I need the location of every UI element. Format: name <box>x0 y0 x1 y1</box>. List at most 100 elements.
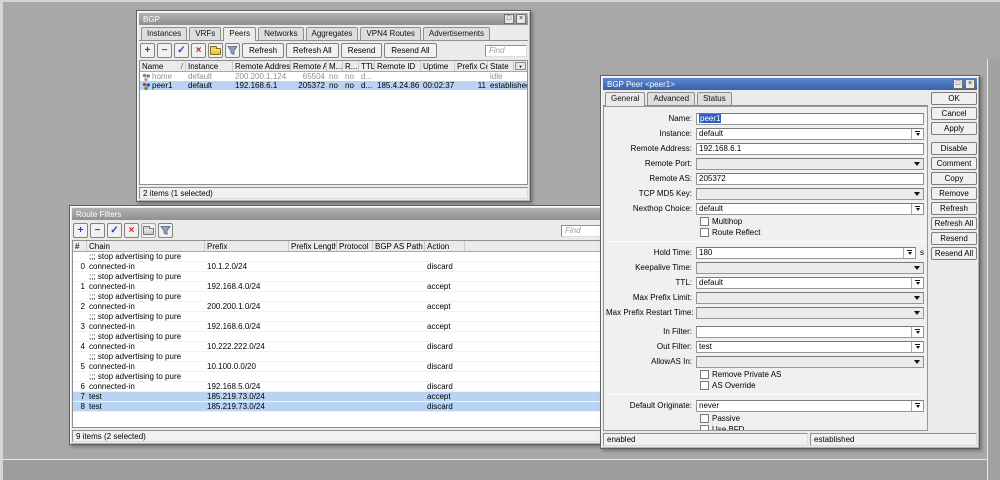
default-originate-combo[interactable]: never <box>696 400 924 412</box>
passive-checkbox[interactable] <box>700 414 709 423</box>
dropdown-arrow-icon[interactable] <box>911 189 923 199</box>
multihop-checkbox[interactable] <box>700 217 709 226</box>
resend-button[interactable]: Resend <box>341 43 383 58</box>
remove-private-as-checkbox[interactable] <box>700 370 709 379</box>
dropdown-arrow-icon[interactable] <box>911 401 923 411</box>
dropdown-arrow-icon[interactable] <box>911 308 923 318</box>
filter-rule-row[interactable]: 3 connected-in 192.168.6.0/24 accept <box>73 322 603 332</box>
column-header-instance[interactable]: Instance <box>186 61 233 71</box>
column-header-chain[interactable]: Chain <box>87 241 205 251</box>
refresh-button[interactable]: Refresh <box>931 202 977 215</box>
tab-peers[interactable]: Peers <box>223 27 256 41</box>
comment-button[interactable]: Comment <box>931 157 977 170</box>
keepalive-time-combo[interactable] <box>696 262 924 274</box>
dropdown-arrow-icon[interactable] <box>911 129 923 139</box>
max-prefix-restart-time-combo[interactable] <box>696 307 924 319</box>
instance-combo[interactable]: default <box>696 128 924 140</box>
add-button[interactable]: + <box>140 43 155 58</box>
resend-button[interactable]: Resend <box>931 232 977 245</box>
remove-button[interactable]: − <box>157 43 172 58</box>
name-field[interactable]: peer1 <box>696 113 924 125</box>
refresh-all-button[interactable]: Refresh All <box>286 43 339 58</box>
filter-button[interactable] <box>158 223 173 238</box>
enable-button[interactable]: ✓ <box>174 43 189 58</box>
enable-button[interactable]: ✓ <box>107 223 122 238</box>
dropdown-arrow-icon[interactable] <box>911 278 923 288</box>
tab-instances[interactable]: Instances <box>141 27 187 40</box>
bgp-peer-row[interactable]: home default 200.200.1.124 65504 no no d… <box>140 72 527 81</box>
use-bfd-checkbox[interactable] <box>700 425 709 431</box>
column-header-action[interactable]: Action <box>425 241 465 251</box>
dropdown-arrow-icon[interactable] <box>911 293 923 303</box>
column-menu-button[interactable]: ▼ <box>515 62 526 70</box>
remote-as-field[interactable]: 205372 <box>696 173 924 185</box>
tab-vpn4-routes[interactable]: VPN4 Routes <box>360 27 420 40</box>
column-header-remote-address[interactable]: Remote Address <box>233 61 291 71</box>
column-header-prefix[interactable]: Prefix <box>205 241 289 251</box>
filter-comment-row[interactable]: ;;; stop advertising to pure <box>73 252 603 262</box>
apply-button[interactable]: Apply <box>931 122 977 135</box>
comment-button[interactable] <box>208 43 223 58</box>
route-filters-titlebar[interactable]: Route Filters <box>72 208 604 220</box>
tab-aggregates[interactable]: Aggregates <box>306 27 359 40</box>
filter-rule-row[interactable]: 5 connected-in 10.100.0.0/20 discard <box>73 362 603 372</box>
ok-button[interactable]: OK <box>931 92 977 105</box>
resend-all-button[interactable]: Resend All <box>384 43 436 58</box>
column-header-protocol[interactable]: Protocol <box>337 241 373 251</box>
tab-networks[interactable]: Networks <box>258 27 303 40</box>
filter-comment-row[interactable]: ;;; stop advertising to pure <box>73 292 603 302</box>
close-icon[interactable]: × <box>516 14 526 24</box>
tab-advertisements[interactable]: Advertisements <box>423 27 490 40</box>
column-header-remote-id[interactable]: Remote ID <box>375 61 421 71</box>
comment-button[interactable] <box>141 223 156 238</box>
tab-general[interactable]: General <box>605 92 645 106</box>
filter-comment-row[interactable]: ;;; stop advertising to pure <box>73 352 603 362</box>
find-input[interactable] <box>485 45 527 57</box>
dropdown-arrow-icon[interactable] <box>911 327 923 337</box>
dropdown-arrow-icon[interactable] <box>911 204 923 214</box>
resend-all-button[interactable]: Resend All <box>931 247 977 260</box>
tab-vrfs[interactable]: VRFs <box>189 27 221 40</box>
dropdown-arrow-icon[interactable] <box>911 159 923 169</box>
column-header-bgp-as-path[interactable]: BGP AS Path <box>373 241 425 251</box>
filter-rule-row[interactable]: 8 test 185.219.73.0/24 discard <box>73 402 603 412</box>
close-icon[interactable]: × <box>965 79 975 89</box>
bgp-window-titlebar[interactable]: BGP □ × <box>139 13 528 25</box>
remove-button[interactable]: Remove <box>931 187 977 200</box>
nexthop-choice-combo[interactable]: default <box>696 203 924 215</box>
remove-button[interactable]: − <box>90 223 105 238</box>
column-header-route-reflect[interactable]: R... <box>343 61 359 71</box>
filter-comment-row[interactable]: ;;; stop advertising to pure <box>73 272 603 282</box>
out-filter-combo[interactable]: test <box>696 341 924 353</box>
column-header-state[interactable]: State <box>488 61 514 71</box>
filter-rule-row[interactable]: 7 test 185.219.73.0/24 accept <box>73 392 603 402</box>
tab-advanced[interactable]: Advanced <box>647 92 695 105</box>
refresh-button[interactable]: Refresh <box>242 43 284 58</box>
allowas-in-combo[interactable] <box>696 356 924 368</box>
ttl-combo[interactable]: default <box>696 277 924 289</box>
tab-status[interactable]: Status <box>697 92 732 105</box>
remote-port-combo[interactable] <box>696 158 924 170</box>
column-header-prefix-length[interactable]: Prefix Length <box>289 241 337 251</box>
filter-comment-row[interactable]: ;;; stop advertising to pure <box>73 312 603 322</box>
disable-button[interactable]: × <box>191 43 206 58</box>
filter-rule-row[interactable]: 6 connected-in 192.168.5.0/24 discard <box>73 382 603 392</box>
restore-icon[interactable]: □ <box>504 14 514 24</box>
cancel-button[interactable]: Cancel <box>931 107 977 120</box>
filter-comment-row[interactable]: ;;; stop advertising to pure <box>73 332 603 342</box>
dropdown-arrow-icon[interactable] <box>911 263 923 273</box>
column-header-ttl[interactable]: TTL <box>359 61 375 71</box>
column-header-remote-as[interactable]: Remote AS <box>291 61 327 71</box>
filter-rule-row[interactable]: 1 connected-in 192.168.4.0/24 accept <box>73 282 603 292</box>
restore-icon[interactable]: □ <box>953 79 963 89</box>
filter-rule-row[interactable]: 0 connected-in 10.1.2.0/24 discard <box>73 262 603 272</box>
column-header-multihop[interactable]: M... <box>327 61 343 71</box>
filter-rule-row[interactable]: 4 connected-in 10.222.222.0/24 discard <box>73 342 603 352</box>
filter-rule-row[interactable]: 2 connected-in 200.200.1.0/24 accept <box>73 302 603 312</box>
refresh-all-button[interactable]: Refresh All <box>931 217 977 230</box>
disable-button[interactable]: Disable <box>931 142 977 155</box>
filter-button[interactable] <box>225 43 240 58</box>
as-override-checkbox[interactable] <box>700 381 709 390</box>
filter-comment-row[interactable]: ;;; stop advertising to pure <box>73 372 603 382</box>
remote-address-field[interactable]: 192.168.6.1 <box>696 143 924 155</box>
